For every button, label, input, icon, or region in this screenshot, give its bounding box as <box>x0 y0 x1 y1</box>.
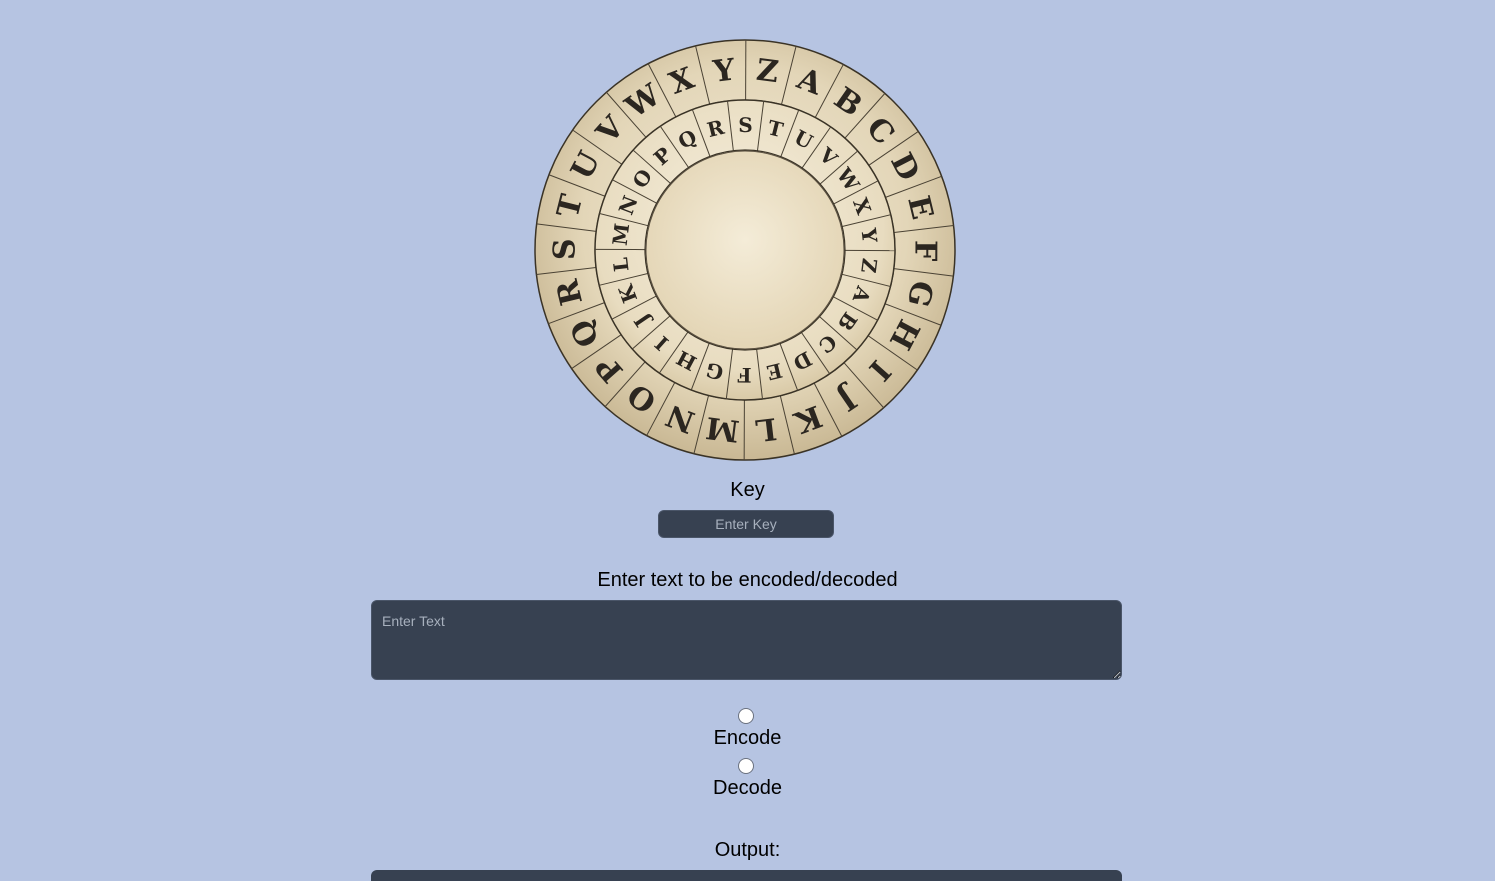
outer-disc-letter: Z <box>754 53 780 90</box>
text-label: Enter text to be encoded/decoded <box>597 569 898 591</box>
key-label: Key <box>730 479 765 501</box>
decode-radio[interactable] <box>738 758 754 774</box>
inner-disc-letter: L <box>608 256 633 273</box>
outer-disc-letter: Y <box>710 53 737 90</box>
outer-disc-letter: M <box>704 409 741 448</box>
encode-label: Encode <box>713 727 782 749</box>
decode-label: Decode <box>713 777 782 799</box>
text-input[interactable] <box>371 600 1122 680</box>
key-input[interactable] <box>658 510 834 538</box>
output-box <box>371 870 1122 881</box>
wheel-center <box>645 150 845 350</box>
inner-disc-letter: Z <box>856 257 882 274</box>
encode-radio[interactable] <box>738 708 754 724</box>
cipher-wheel: ABCDEFGHIJKLMNOPQRSTUVWXYZ ABCDEFGHIJKLM… <box>534 39 956 461</box>
outer-disc-letter: L <box>753 410 778 447</box>
output-label: Output: <box>714 839 781 861</box>
inner-disc-letter: S <box>738 113 753 137</box>
inner-disc-letter: F <box>737 363 751 387</box>
cipher-wheel-graphic: A BCDEFGHIJKLMNOPQRSTUVWX Y Z ABCDEFGHIJKLM… <box>534 39 956 461</box>
outer-disc-letter: S <box>547 238 582 260</box>
cipher-page: ABCDEFGHIJKLMNOPQRSTUVWXYZ ABCDEFGHIJKLM… <box>0 0 1495 881</box>
inner-disc-letter: M <box>608 222 635 247</box>
outer-disc-letter: F <box>907 240 942 261</box>
